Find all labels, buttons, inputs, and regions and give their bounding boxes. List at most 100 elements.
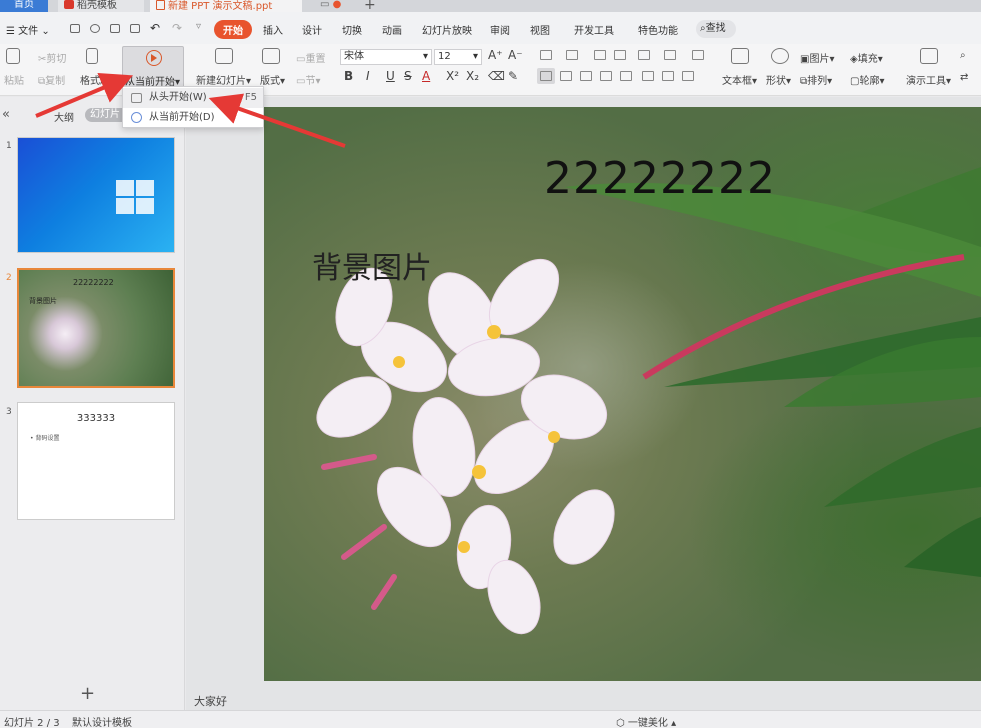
decrease-indent-icon[interactable] bbox=[594, 50, 606, 60]
slide-title-textbox[interactable]: 22222222 bbox=[544, 153, 776, 204]
increase-font-icon[interactable]: A⁺ bbox=[488, 48, 503, 62]
paragraph-spacing-icon[interactable] bbox=[682, 71, 694, 81]
tab-developer[interactable]: 开发工具 bbox=[574, 22, 614, 37]
shape-icon[interactable] bbox=[771, 48, 789, 64]
arrange-button[interactable]: ⧉排列▾ bbox=[800, 72, 832, 87]
windows-logo-icon bbox=[116, 180, 156, 216]
slide-thumbnail-1[interactable] bbox=[17, 137, 175, 253]
shape-button[interactable]: 形状▾ bbox=[766, 72, 791, 87]
bold-button[interactable]: B bbox=[344, 69, 353, 83]
menu-item-from-beginning[interactable]: 从头开始(W) F5 bbox=[123, 88, 263, 108]
tab-design[interactable]: 设计 bbox=[302, 22, 322, 37]
tab-document-label: 新建 PPT 演示文稿.ppt bbox=[168, 1, 273, 12]
collapse-panel-icon[interactable]: « bbox=[2, 107, 10, 122]
redo-icon[interactable]: ↷ bbox=[172, 21, 182, 35]
print-preview-icon[interactable] bbox=[130, 24, 140, 33]
replace-icon[interactable]: ⇄ bbox=[960, 72, 968, 83]
menu-item-from-beginning-label: 从头开始(W) bbox=[149, 92, 207, 103]
picture-button[interactable]: ▣图片▾ bbox=[800, 50, 834, 65]
paste-button[interactable]: 粘贴 bbox=[4, 72, 24, 87]
distribute-icon[interactable] bbox=[620, 71, 632, 81]
search-box[interactable]: ⌕查找 bbox=[696, 20, 736, 38]
quick-access-more-icon[interactable]: ▿ bbox=[196, 21, 201, 32]
undo-icon[interactable]: ↶ bbox=[150, 21, 160, 35]
arrange-label: 排列 bbox=[807, 76, 828, 87]
template-name[interactable]: 默认设计模板 bbox=[72, 714, 132, 728]
tab-view[interactable]: 视图 bbox=[530, 22, 550, 37]
file-menu-label: 文件 bbox=[18, 26, 39, 37]
tab-insert[interactable]: 插入 bbox=[263, 22, 283, 37]
font-name-select[interactable]: 宋体 ▾ bbox=[340, 49, 432, 65]
section-button[interactable]: ▭节▾ bbox=[296, 72, 320, 87]
clear-format-icon[interactable]: ⌫ bbox=[488, 69, 505, 83]
subscript-icon[interactable]: X₂ bbox=[466, 69, 479, 83]
columns-icon[interactable] bbox=[642, 71, 654, 81]
format-painter-icon[interactable] bbox=[86, 48, 98, 64]
font-name-value: 宋体 bbox=[344, 51, 364, 62]
presenter-tools-button[interactable]: 演示工具▾ bbox=[906, 72, 951, 87]
presenter-tools-icon[interactable] bbox=[920, 48, 938, 64]
align-center-icon[interactable] bbox=[560, 71, 572, 81]
new-slide-button[interactable]: 新建幻灯片▾ bbox=[196, 72, 251, 87]
new-tab-plus-icon[interactable]: + bbox=[358, 0, 382, 12]
tab-start[interactable]: 开始 bbox=[214, 20, 252, 39]
textbox-button[interactable]: 文本框▾ bbox=[722, 72, 757, 87]
superscript-icon[interactable]: X² bbox=[446, 69, 459, 83]
tab-home[interactable]: 首页 bbox=[0, 0, 48, 12]
tab-review[interactable]: 审阅 bbox=[490, 22, 510, 37]
print-icon[interactable] bbox=[110, 24, 120, 33]
cut-button[interactable]: ✂剪切 bbox=[38, 50, 66, 65]
numbered-list-icon[interactable] bbox=[566, 50, 578, 60]
strikethrough-button[interactable]: S bbox=[404, 69, 412, 83]
increase-indent-icon[interactable] bbox=[614, 50, 626, 60]
speaker-notes[interactable]: 大家好 bbox=[194, 693, 227, 709]
tab-features[interactable]: 特色功能 bbox=[638, 22, 678, 37]
find-icon[interactable]: ⌕ bbox=[960, 50, 966, 61]
align-text-icon[interactable] bbox=[664, 50, 676, 60]
beautify-button[interactable]: ⬡ 一键美化 ▴ bbox=[616, 714, 676, 728]
copy-button[interactable]: ⧉复制 bbox=[38, 72, 65, 87]
cut-label: 剪切 bbox=[46, 54, 67, 65]
tab-transition[interactable]: 切换 bbox=[342, 22, 362, 37]
line-spacing-icon[interactable] bbox=[662, 71, 674, 81]
slide-thumbnail-2[interactable]: 22222222 背景图片 bbox=[17, 268, 175, 388]
shortcut-label: F5 bbox=[244, 92, 257, 103]
add-slide-button[interactable]: + bbox=[80, 683, 95, 704]
menu-bar: ☰ 文件 ⌄ ↶ ↷ ▿ 开始 插入 设计 切换 动画 幻灯片放映 审阅 视图 … bbox=[0, 12, 981, 44]
underline-button[interactable]: U bbox=[386, 69, 395, 83]
tab-slideshow[interactable]: 幻灯片放映 bbox=[422, 22, 472, 37]
bullet-list-icon[interactable] bbox=[540, 50, 552, 60]
format-painter-button[interactable]: 格式刷 bbox=[80, 72, 110, 87]
new-slide-icon[interactable] bbox=[215, 48, 233, 64]
paste-icon[interactable] bbox=[6, 48, 20, 64]
text-direction-icon[interactable] bbox=[638, 50, 650, 60]
tab-status-dot-icon[interactable]: ▭ ● bbox=[314, 0, 347, 12]
text-effect-icon[interactable]: ✎ bbox=[508, 69, 518, 83]
file-menu[interactable]: ☰ 文件 ⌄ bbox=[6, 22, 50, 37]
layout-icon[interactable] bbox=[262, 48, 280, 64]
reset-button[interactable]: ▭重置 bbox=[296, 50, 325, 65]
tab-document[interactable]: 新建 PPT 演示文稿.ppt bbox=[150, 0, 302, 12]
start-from-current-button[interactable]: 从当前开始▾ bbox=[122, 46, 184, 88]
smartart-icon[interactable] bbox=[692, 50, 704, 60]
justify-icon[interactable] bbox=[600, 71, 612, 81]
italic-button[interactable]: I bbox=[366, 69, 370, 83]
textbox-icon[interactable] bbox=[731, 48, 749, 64]
font-color-button[interactable]: A bbox=[422, 69, 430, 83]
align-left-icon[interactable] bbox=[540, 71, 552, 81]
save-icon[interactable] bbox=[70, 24, 80, 33]
tab-template[interactable]: 稻壳模板 bbox=[58, 0, 144, 12]
outline-button[interactable]: ▢轮廓▾ bbox=[850, 72, 884, 87]
tab-outline[interactable]: 大纲 bbox=[54, 109, 74, 124]
layout-button[interactable]: 版式▾ bbox=[260, 72, 285, 87]
current-slide[interactable]: 22222222 背景图片 bbox=[264, 107, 981, 681]
slide-subtitle-textbox[interactable]: 背景图片 bbox=[312, 243, 432, 287]
tab-animation[interactable]: 动画 bbox=[382, 22, 402, 37]
font-size-select[interactable]: 12 ▾ bbox=[434, 49, 482, 65]
decrease-font-icon[interactable]: A⁻ bbox=[508, 48, 523, 62]
align-right-icon[interactable] bbox=[580, 71, 592, 81]
export-pdf-icon[interactable] bbox=[90, 24, 100, 33]
slide-thumbnail-3[interactable]: 333333 • 背码设置 bbox=[17, 402, 175, 520]
menu-item-from-current[interactable]: 从当前开始(D) bbox=[123, 108, 263, 128]
fill-button[interactable]: ◈填充▾ bbox=[850, 50, 883, 65]
